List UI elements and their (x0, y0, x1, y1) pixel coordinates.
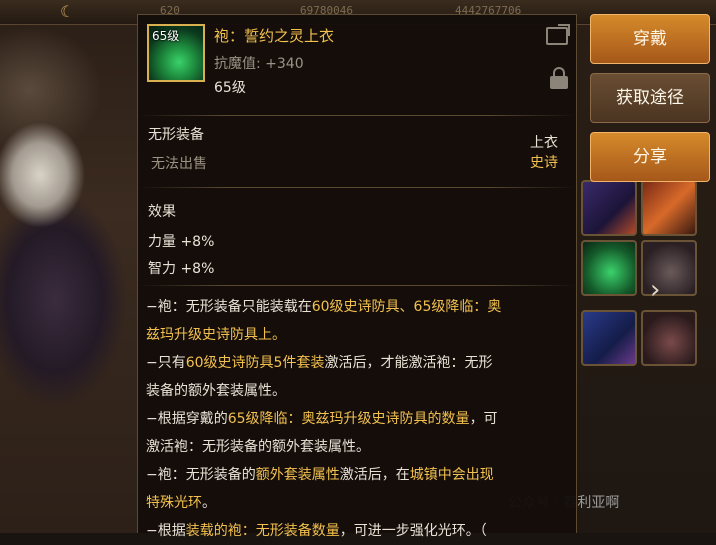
inventory-slot[interactable] (641, 180, 697, 236)
description-segment: −袍：无形装备的 (146, 467, 256, 483)
description-segment: −根据穿戴的 (146, 411, 228, 427)
section-title: 无形装备 (148, 127, 204, 143)
acquisition-source-button[interactable]: 获取途径 (590, 73, 710, 123)
description-segment: 激活袍：无形装备的额外套装属性。 (146, 439, 370, 455)
slot-type: 上衣 (530, 135, 558, 151)
description-line: 装备的额外套装属性。 (146, 377, 568, 405)
inventory-slot[interactable] (581, 180, 637, 236)
description-segment: ，可进一步强化光环。（ (339, 523, 487, 539)
description-segment: 激活后，在 (339, 467, 410, 483)
description-line: 特殊光环。 (146, 489, 568, 517)
item-description: −袍：无形装备只能装载在60级史诗防具、65级降临：奥兹玛升级史诗防具上。 −只有… (146, 293, 568, 545)
inventory-slot[interactable] (581, 240, 637, 296)
description-line: −袍：无形装备的额外套装属性激活后，在城镇中会出现 (146, 461, 568, 489)
description-segment: 特殊光环 (146, 495, 202, 511)
character-portrait (0, 0, 140, 533)
lock-icon[interactable] (550, 67, 568, 89)
description-line: −根据穿戴的65级降临：奥兹玛升级史诗防具的数量，可 (146, 405, 568, 433)
stat-label: 抗魔值: (214, 56, 261, 72)
description-segment: −只有 (146, 355, 186, 371)
stat-value: +340 (265, 56, 304, 72)
description-segment: 额外套装属性 (255, 467, 340, 483)
item-name: 袍：誓约之灵上衣 (214, 27, 335, 45)
item-level-badge: 65级 (152, 29, 180, 43)
wear-button[interactable]: 穿戴 (590, 14, 710, 64)
effect-line: 智力 +8% (148, 261, 215, 277)
inventory-slot[interactable] (581, 310, 637, 366)
description-segment: 激活后，才能激活袍：无形 (324, 355, 493, 371)
inventory-slot[interactable] (641, 310, 697, 366)
description-line: 兹玛升级史诗防具上。 (146, 321, 568, 349)
divider (138, 115, 576, 116)
description-segment: 60级史诗防具、65级降临：奥 (311, 299, 502, 315)
divider (138, 285, 576, 286)
effects-title: 效果 (148, 204, 176, 220)
description-segment: 装载的袍：无形装备数量 (185, 523, 340, 539)
item-tooltip: 65级 袍：誓约之灵上衣 抗魔值: +340 65级 无形装备 无法出售 上衣 … (137, 14, 577, 539)
effect-line: 力量 +8% (148, 234, 215, 250)
divider (138, 187, 576, 188)
description-line: −根据装载的袍：无形装备数量，可进一步强化光环。（ (146, 517, 568, 545)
share-external-icon[interactable] (546, 27, 568, 45)
item-level: 65级 (214, 80, 246, 96)
description-segment: 65级降临：奥兹玛升级史诗防具的数量 (227, 411, 470, 427)
description-segment: −袍：无形装备只能装载在 (146, 299, 312, 315)
next-page-arrow-icon[interactable]: › (650, 275, 660, 305)
description-segment: 60级史诗防具5件套装 (185, 355, 325, 371)
description-segment: 城镇中会出现 (409, 467, 494, 483)
description-line: −只有60级史诗防具5件套装激活后，才能激活袍：无形 (146, 349, 568, 377)
magic-resist-stat: 抗魔值: +340 (214, 53, 304, 73)
description-line: 激活袍：无形装备的额外套装属性。 (146, 433, 568, 461)
description-segment: −根据 (146, 523, 186, 539)
description-line: −袍：无形装备只能装载在60级史诗防具、65级降临：奥 (146, 293, 568, 321)
description-segment: 装备的额外套装属性。 (146, 383, 286, 399)
moon-icon: ☾ (60, 2, 75, 21)
trade-status: 无法出售 (151, 156, 207, 172)
share-button[interactable]: 分享 (590, 132, 710, 182)
item-icon: 65级 (147, 24, 205, 82)
description-segment: ，可 (469, 411, 498, 427)
description-segment: 兹玛升级史诗防具上。 (146, 327, 286, 343)
description-segment: 。 (202, 495, 216, 511)
rarity-label: 史诗 (530, 155, 558, 171)
